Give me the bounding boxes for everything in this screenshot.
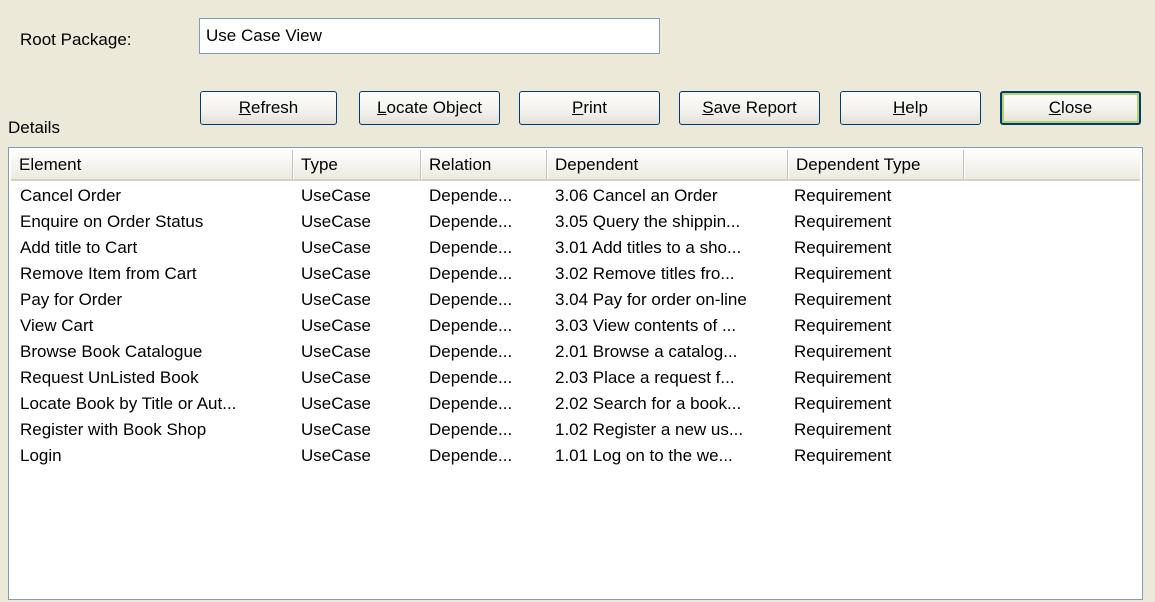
cell-dependent-type: Requirement xyxy=(794,290,892,309)
table-row[interactable]: Browse Book Catalogue UseCase Depende...… xyxy=(11,339,1140,365)
help-button[interactable]: Help xyxy=(840,91,981,125)
cell-element: Remove Item from Cart xyxy=(20,264,197,283)
table-row[interactable]: Add title to Cart UseCase Depende... 3.0… xyxy=(11,235,1140,261)
cell-dependent: 3.06 Cancel an Order xyxy=(555,186,718,205)
refresh-label: efresh xyxy=(251,98,299,117)
details-list[interactable]: Element Type Relation Dependent Dependen… xyxy=(8,147,1143,600)
cell-dependent: 3.01 Add titles to a sho... xyxy=(555,238,742,257)
cell-relation: Depende... xyxy=(429,264,513,283)
cell-type: UseCase xyxy=(301,394,371,413)
cell-dependent-type: Requirement xyxy=(794,186,892,205)
cell-relation: Depende... xyxy=(429,238,513,257)
cell-dependent: 2.01 Browse a catalog... xyxy=(555,342,738,361)
cell-element: Pay for Order xyxy=(20,290,123,309)
cell-dependent: 3.03 View contents of ... xyxy=(555,316,737,335)
cell-dependent-type: Requirement xyxy=(794,394,892,413)
cell-dependent-type: Requirement xyxy=(794,264,892,283)
cell-element: View Cart xyxy=(20,316,94,335)
table-row[interactable]: Locate Book by Title or Aut... UseCase D… xyxy=(11,391,1140,417)
cell-type: UseCase xyxy=(301,368,371,387)
table-row[interactable]: Cancel Order UseCase Depende... 3.06 Can… xyxy=(11,183,1140,209)
print-label: rint xyxy=(583,98,607,117)
table-row[interactable]: Remove Item from Cart UseCase Depende...… xyxy=(11,261,1140,287)
close-button[interactable]: Close xyxy=(1000,91,1141,125)
cell-element: Cancel Order xyxy=(20,186,122,205)
list-header: Element Type Relation Dependent Dependen… xyxy=(11,150,1140,181)
cell-relation: Depende... xyxy=(429,186,513,205)
cell-dependent: 1.02 Register a new us... xyxy=(555,420,744,439)
cell-type: UseCase xyxy=(301,316,371,335)
cell-relation: Depende... xyxy=(429,290,513,309)
cell-relation: Depende... xyxy=(429,316,513,335)
column-header-relation[interactable]: Relation xyxy=(421,150,547,179)
cell-dependent-type: Requirement xyxy=(794,238,892,257)
cell-type: UseCase xyxy=(301,264,371,283)
column-header-dependent[interactable]: Dependent xyxy=(547,150,788,179)
cell-element: Locate Book by Title or Aut... xyxy=(20,394,237,413)
column-header-element[interactable]: Element xyxy=(11,150,293,179)
cell-relation: Depende... xyxy=(429,212,513,231)
save-label: ave Report xyxy=(713,98,797,117)
cell-dependent: 3.05 Query the shippin... xyxy=(555,212,741,231)
cell-dependent: 3.04 Pay for order on-line xyxy=(555,290,747,309)
table-row[interactable]: Enquire on Order Status UseCase Depende.… xyxy=(11,209,1140,235)
cell-dependent: 2.02 Search for a book... xyxy=(555,394,742,413)
close-label: lose xyxy=(1061,98,1093,117)
table-row[interactable]: Login UseCase Depende... 1.01 Log on to … xyxy=(11,443,1140,469)
root-package-field[interactable]: Use Case View xyxy=(199,18,660,54)
column-header-type[interactable]: Type xyxy=(293,150,421,179)
cell-relation: Depende... xyxy=(429,368,513,387)
refresh-button[interactable]: Refresh xyxy=(200,91,337,125)
cell-relation: Depende... xyxy=(429,394,513,413)
cell-dependent-type: Requirement xyxy=(794,368,892,387)
root-package-label: Root Package: xyxy=(20,30,132,49)
locate-object-button[interactable]: Locate Object xyxy=(359,91,500,125)
cell-dependent: 3.02 Remove titles fro... xyxy=(555,264,735,283)
column-header-dependent-type[interactable]: Dependent Type xyxy=(788,150,964,179)
cell-relation: Depende... xyxy=(429,420,513,439)
cell-dependent: 1.01 Log on to the we... xyxy=(555,446,733,465)
cell-element: Browse Book Catalogue xyxy=(20,342,203,361)
cell-dependent-type: Requirement xyxy=(794,316,892,335)
table-row[interactable]: Pay for Order UseCase Depende... 3.04 Pa… xyxy=(11,287,1140,313)
close-mnemonic: C xyxy=(1048,98,1062,117)
locate-label: ocate Object xyxy=(386,98,482,117)
details-label: Details xyxy=(8,118,60,137)
cell-dependent-type: Requirement xyxy=(794,446,892,465)
help-label: elp xyxy=(905,98,928,117)
cell-type: UseCase xyxy=(301,290,371,309)
locate-mnemonic: L xyxy=(377,98,387,117)
cell-element: Register with Book Shop xyxy=(20,420,207,439)
column-header-filler xyxy=(964,150,1142,179)
cell-type: UseCase xyxy=(301,420,371,439)
list-rows: Cancel Order UseCase Depende... 3.06 Can… xyxy=(11,183,1140,469)
refresh-mnemonic: R xyxy=(238,98,252,117)
cell-element: Enquire on Order Status xyxy=(20,212,204,231)
print-button[interactable]: Print xyxy=(519,91,660,125)
save-report-button[interactable]: Save Report xyxy=(679,91,820,125)
cell-type: UseCase xyxy=(301,186,371,205)
cell-dependent-type: Requirement xyxy=(794,212,892,231)
table-row[interactable]: View Cart UseCase Depende... 3.03 View c… xyxy=(11,313,1140,339)
help-mnemonic: H xyxy=(893,98,906,117)
cell-type: UseCase xyxy=(301,238,371,257)
table-row[interactable]: Request UnListed Book UseCase Depende...… xyxy=(11,365,1140,391)
table-row[interactable]: Register with Book Shop UseCase Depende.… xyxy=(11,417,1140,443)
cell-type: UseCase xyxy=(301,212,371,231)
cell-element: Add title to Cart xyxy=(20,238,138,257)
cell-dependent-type: Requirement xyxy=(794,420,892,439)
cell-relation: Depende... xyxy=(429,342,513,361)
cell-element: Login xyxy=(20,446,62,465)
cell-type: UseCase xyxy=(301,446,371,465)
save-mnemonic: S xyxy=(702,98,714,117)
cell-type: UseCase xyxy=(301,342,371,361)
cell-relation: Depende... xyxy=(429,446,513,465)
cell-dependent-type: Requirement xyxy=(794,342,892,361)
cell-dependent: 2.03 Place a request f... xyxy=(555,368,735,387)
print-mnemonic: P xyxy=(572,98,584,117)
cell-element: Request UnListed Book xyxy=(20,368,199,387)
